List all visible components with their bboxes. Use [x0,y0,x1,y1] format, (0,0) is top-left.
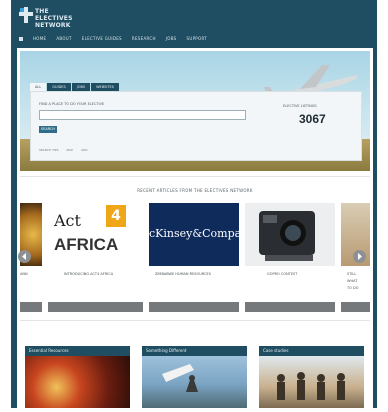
act4-logo-act: Act [54,211,81,230]
featured-section-title: RECENT ARTICLES FROM THE ELECTIVES NETWO… [137,188,253,193]
home-icon[interactable] [19,36,23,41]
card-bar [48,302,143,312]
divider [20,320,370,321]
map-link[interactable]: MAP [67,148,73,152]
carousel-next-button[interactable] [353,250,366,263]
logo-line-1: THE [35,8,49,15]
add-link[interactable]: ADD [81,148,88,152]
card-bar [341,302,370,312]
nav-item-jobs[interactable]: JOBS [166,36,177,41]
featured-carousel: ANN Act 4 AFRICA INTRODUCING ACT4 AFRICA… [18,203,370,312]
nav-item-about[interactable]: ABOUT [56,36,71,41]
tile-something-different[interactable]: Something Different [142,346,247,408]
tile-case-studies[interactable]: Case studies [259,346,364,408]
chevron-right-icon [358,253,362,260]
listings-count: 3067 [299,112,326,126]
card-caption-line-3: TO DO [347,286,359,290]
card-image: cKinsey&Compan [149,203,239,266]
tile-image [142,356,247,408]
search-footer-links: SEARCH TIPS MAP ADD [39,148,88,152]
site-header: THE ELECTIVES NETWORK HOME ABOUT ELECTIV… [11,0,377,46]
search-label: FIND A PLACE TO DO YOUR ELECTIVE [39,102,105,106]
card-caption: GOPRO CONTEST [267,272,298,276]
search-button[interactable]: SEARCH [39,126,57,133]
tile-title: Essential Resources [25,346,130,356]
tile-image [25,356,130,408]
people-silhouettes-icon [277,372,345,400]
card-image [245,203,335,266]
nav-item-research[interactable]: RESEARCH [132,36,156,41]
card-bar [245,302,335,312]
logo-line-3: NETWORK [35,22,71,29]
hero-banner: ALL GUIDES JOBS WEBSITES FIND A PLACE TO… [20,51,370,171]
card-caption: INTRODUCING ACT4 AFRICA [64,272,114,276]
logo-line-2: ELECTIVES [35,15,73,22]
search-input[interactable] [39,110,246,120]
act4-logo-four: 4 [106,205,126,227]
card-bar [149,302,239,312]
search-tips-link[interactable]: SEARCH TIPS [39,148,59,152]
main-nav: HOME ABOUT ELECTIVE GUIDES RESEARCH JOBS… [19,36,207,41]
card-image: Act 4 AFRICA [48,203,143,266]
chevron-left-icon [22,253,26,260]
nav-item-support[interactable]: SUPPORT [187,36,207,41]
card-caption-line-2: WHAT [347,279,358,283]
tile-title: Case studies [259,346,364,356]
camera-icon [259,211,315,261]
card-bar [20,302,42,312]
mckinsey-logo-text: cKinsey&Compan [149,227,239,240]
tile-title: Something Different [142,346,247,356]
tile-image [259,356,364,408]
resource-tiles: Essential Resources Something Different … [25,346,370,408]
page-content: ALL GUIDES JOBS WEBSITES FIND A PLACE TO… [17,48,373,408]
tile-essential-resources[interactable]: Essential Resources [25,346,130,408]
carousel-prev-button[interactable] [18,250,31,263]
divider [20,176,370,177]
plane-logo-icon[interactable] [19,7,33,23]
skydiver-icon [162,364,198,392]
card-caption: ANN [20,272,28,276]
act4-logo-africa: AFRICA [54,235,119,254]
site-frame: THE ELECTIVES NETWORK HOME ABOUT ELECTIV… [11,0,377,408]
site-logo-text[interactable]: THE ELECTIVES NETWORK [35,8,73,29]
card-caption: STILL [347,272,357,276]
search-panel: FIND A PLACE TO DO YOUR ELECTIVE SEARCH … [30,91,362,161]
nav-item-home[interactable]: HOME [33,36,46,41]
card-caption: ZIMBABWE HUMAN RESOURCES [155,272,211,276]
listings-label: ELECTIVE LISTINGS [283,104,317,108]
nav-item-elective-guides[interactable]: ELECTIVE GUIDES [82,36,122,41]
